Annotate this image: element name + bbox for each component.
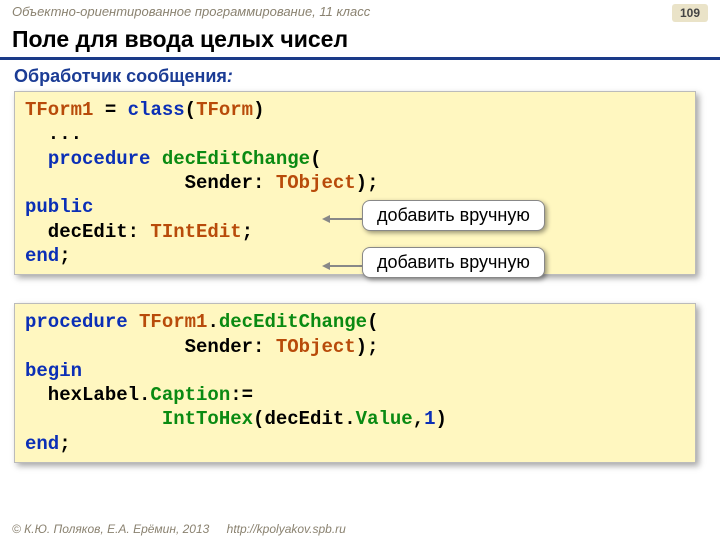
subtitle-text: Обработчик сообщения: [14, 66, 227, 86]
code-text: [25, 148, 48, 170]
callout-arrow: [318, 262, 362, 270]
course-label: Объектно-ориентированное программировани…: [12, 4, 370, 19]
code-text: TIntEdit: [150, 221, 241, 243]
code-text: end: [25, 245, 59, 267]
code-text: TForm1: [25, 99, 93, 121]
code-text: decEditChange: [219, 311, 367, 333]
code-text: end: [25, 433, 59, 455]
code-block-implementation: procedure TForm1.decEditChange( Sender: …: [14, 303, 696, 463]
code-text: Sender:: [25, 172, 276, 194]
code-text: [150, 148, 161, 170]
code-text: Sender:: [25, 336, 276, 358]
code-text: class: [128, 99, 185, 121]
code-text: hexLabel.: [25, 384, 150, 406]
code-block-declaration: TForm1 = class(TForm) ... procedure decE…: [14, 91, 696, 275]
callout-add-manually-2: добавить вручную: [362, 247, 545, 278]
code-text: Caption: [150, 384, 230, 406]
topbar: Объектно-ориентированное программировани…: [0, 0, 720, 24]
code-text: :=: [230, 384, 253, 406]
code-text: begin: [25, 360, 82, 382]
code-text: ;: [59, 433, 70, 455]
code-text: 1: [424, 408, 435, 430]
page-title: Поле для ввода целых чисел: [0, 24, 720, 60]
code-text: TForm1: [139, 311, 207, 333]
code-text: [25, 408, 162, 430]
content: Обработчик сообщения: TForm1 = class(TFo…: [0, 60, 720, 463]
subtitle-colon: :: [227, 66, 233, 86]
callout-arrow: [318, 215, 362, 223]
callout-add-manually-1: добавить вручную: [362, 200, 545, 231]
code-text: (: [310, 148, 321, 170]
code-text: ;: [242, 221, 253, 243]
code-text: TObject: [276, 172, 356, 194]
code-text: );: [356, 172, 379, 194]
code-text: decEditChange: [162, 148, 310, 170]
footer: © К.Ю. Поляков, Е.А. Ерёмин, 2013 http:/…: [12, 522, 346, 536]
code-text: Value: [356, 408, 413, 430]
footer-url: http://kpolyakov.spb.ru: [227, 522, 346, 536]
code-text: =: [93, 99, 127, 121]
code-text: (: [185, 99, 196, 121]
code-text: ;: [59, 245, 70, 267]
code-text: (decEdit.: [253, 408, 356, 430]
code-text: (: [367, 311, 378, 333]
code-text: public: [25, 196, 93, 218]
code-text: TForm: [196, 99, 253, 121]
page-number: 109: [672, 4, 708, 22]
code-text: decEdit:: [25, 221, 150, 243]
code-text: ,: [413, 408, 424, 430]
code-text: procedure: [48, 148, 151, 170]
section-subtitle: Обработчик сообщения:: [14, 66, 708, 87]
code-text: [128, 311, 139, 333]
copyright: © К.Ю. Поляков, Е.А. Ерёмин, 2013: [12, 522, 209, 536]
code-text: ...: [25, 123, 82, 145]
code-text: procedure: [25, 311, 128, 333]
code-text: TObject: [276, 336, 356, 358]
code-text: .: [207, 311, 218, 333]
code-text: ): [253, 99, 264, 121]
code-text: ): [436, 408, 447, 430]
code-text: );: [356, 336, 379, 358]
code-text: IntToHex: [162, 408, 253, 430]
